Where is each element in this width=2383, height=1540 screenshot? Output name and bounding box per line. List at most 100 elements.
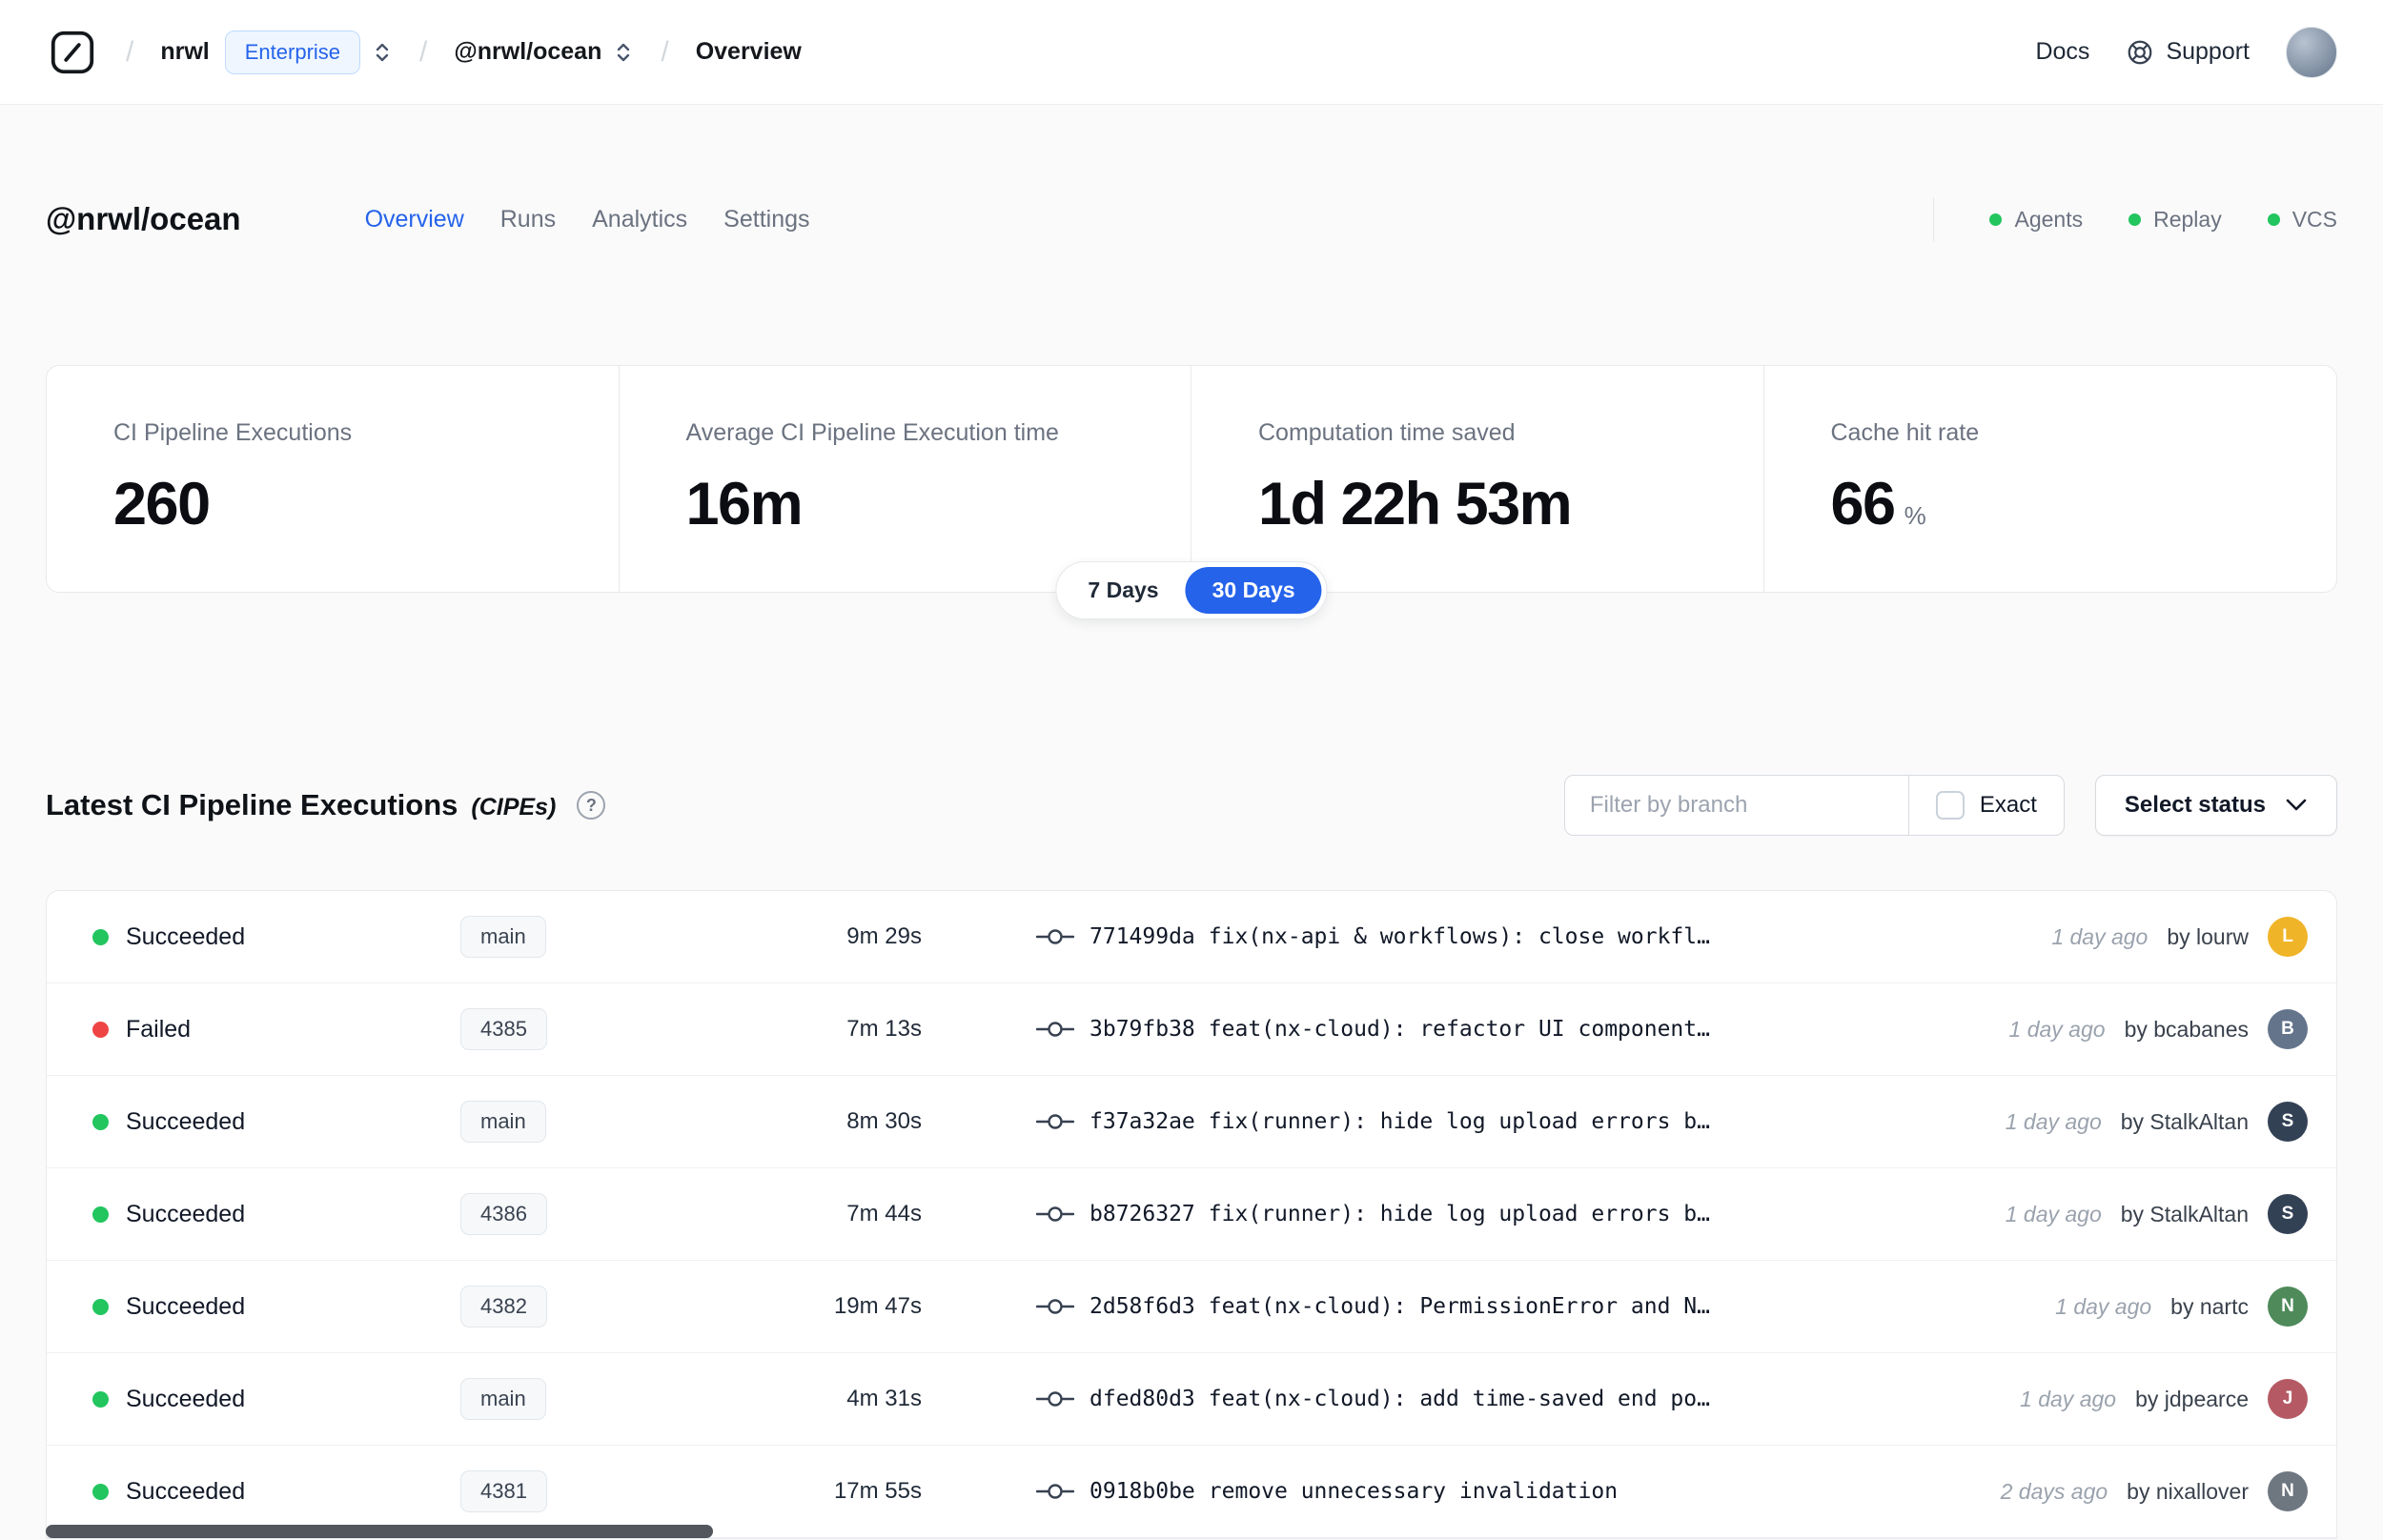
status-dot-icon bbox=[92, 1113, 109, 1130]
date-range-toggle: 7 Days 30 Days bbox=[1055, 561, 1328, 619]
stat-value-number: 66 bbox=[1830, 471, 1897, 537]
stat-value-unit: % bbox=[1904, 501, 1926, 530]
branch-badge: 4382 bbox=[460, 1286, 547, 1327]
duration: 9m 29s bbox=[846, 923, 922, 949]
app-logo-icon[interactable] bbox=[46, 26, 99, 79]
stats-card-row: CI Pipeline Executions 260 Average CI Pi… bbox=[46, 365, 2337, 593]
stats-section: CI Pipeline Executions 260 Average CI Pi… bbox=[46, 365, 2337, 619]
header-divider bbox=[1933, 197, 1935, 241]
support-link[interactable]: Support bbox=[2126, 38, 2250, 67]
row-author: by StalkAltan bbox=[2120, 1108, 2249, 1134]
select-status-label: Select status bbox=[2124, 792, 2266, 818]
stat-ci-pipeline-executions: CI Pipeline Executions 260 bbox=[47, 366, 620, 592]
workspace-name[interactable]: @nrwl/ocean bbox=[454, 38, 601, 66]
commit-hash: 771499da bbox=[1090, 924, 1195, 949]
status-vcs-label: VCS bbox=[2291, 206, 2337, 232]
commit-message: feat(nx-cloud): PermissionError and N… bbox=[1208, 1294, 1710, 1319]
range-30-days-button[interactable]: 30 Days bbox=[1185, 567, 1322, 614]
git-commit-icon bbox=[1036, 1203, 1074, 1226]
stat-label: CI Pipeline Executions bbox=[113, 419, 353, 446]
cipe-table-row[interactable]: Failed 4385 7m 13s 3b79fb38 feat(nx-clou… bbox=[47, 983, 2336, 1076]
cipes-section-header: Latest CI Pipeline Executions (CIPEs) ? … bbox=[0, 775, 2383, 836]
status-dot-icon bbox=[92, 1206, 109, 1223]
chevron-down-icon bbox=[2285, 798, 2308, 813]
workspace-switcher-icon[interactable] bbox=[613, 39, 634, 66]
docs-link[interactable]: Docs bbox=[2035, 38, 2089, 66]
horizontal-scrollbar-thumb[interactable] bbox=[46, 1525, 713, 1538]
status-label: Succeeded bbox=[126, 1477, 246, 1505]
branch-filter-input[interactable] bbox=[1564, 776, 1908, 835]
commit-message: feat(nx-cloud): refactor UI component… bbox=[1208, 1017, 1710, 1042]
stat-computation-time-saved: Computation time saved 1d 22h 53m bbox=[1192, 366, 1764, 592]
support-label: Support bbox=[2166, 38, 2250, 65]
workspace-tabs: Overview Runs Analytics Settings bbox=[363, 200, 812, 239]
author-avatar: N bbox=[2268, 1287, 2308, 1327]
status-agents-label: Agents bbox=[2014, 206, 2084, 232]
status-label: Succeeded bbox=[126, 1292, 246, 1320]
author-avatar: S bbox=[2268, 1194, 2308, 1234]
org-name[interactable]: nrwl bbox=[160, 38, 209, 66]
status-replay[interactable]: Replay bbox=[2128, 207, 2222, 233]
branch-badge: main bbox=[460, 1378, 546, 1420]
git-commit-icon bbox=[1036, 925, 1074, 948]
page-title: @nrwl/ocean bbox=[46, 201, 241, 236]
duration: 8m 30s bbox=[846, 1108, 922, 1134]
tab-runs[interactable]: Runs bbox=[499, 200, 558, 239]
user-avatar[interactable] bbox=[2286, 26, 2337, 78]
help-icon[interactable]: ? bbox=[577, 791, 606, 820]
tab-overview[interactable]: Overview bbox=[363, 200, 466, 239]
breadcrumb-current-page: Overview bbox=[695, 38, 802, 65]
row-author: by nixallover bbox=[2127, 1478, 2249, 1504]
commit-hash: 0918b0be bbox=[1090, 1479, 1195, 1504]
cipe-table-row[interactable]: Succeeded 4386 7m 44s b8726327 fix(runne… bbox=[47, 1168, 2336, 1261]
stat-value: 260 bbox=[113, 471, 211, 537]
status-dot-icon bbox=[92, 1298, 109, 1315]
cipe-table-row[interactable]: Succeeded main 9m 29s 771499da fix(nx-ap… bbox=[47, 891, 2336, 983]
stat-value: 1d 22h 53m bbox=[1258, 471, 1573, 537]
commit-hash: f37a32ae bbox=[1090, 1109, 1195, 1134]
commit-message: fix(nx-api & workflows): close workfl… bbox=[1208, 924, 1710, 949]
row-timestamp: 2 days ago bbox=[2000, 1478, 2108, 1504]
duration: 7m 44s bbox=[846, 1201, 922, 1226]
cipe-table-row[interactable]: Succeeded main 8m 30s f37a32ae fix(runne… bbox=[47, 1076, 2336, 1168]
status-label: Succeeded bbox=[126, 1107, 246, 1135]
status-label: Succeeded bbox=[126, 922, 246, 950]
commit-message: feat(nx-cloud): add time-saved end po… bbox=[1208, 1387, 1710, 1411]
commit-hash: b8726327 bbox=[1090, 1202, 1195, 1226]
select-status-button[interactable]: Select status bbox=[2094, 775, 2337, 836]
stat-label: Computation time saved bbox=[1258, 419, 1516, 446]
row-author: by nartc bbox=[2170, 1293, 2249, 1319]
stat-value: 16m bbox=[685, 471, 804, 537]
tab-analytics[interactable]: Analytics bbox=[590, 200, 689, 239]
exact-checkbox[interactable] bbox=[1935, 791, 1965, 820]
commit-hash: 2d58f6d3 bbox=[1090, 1294, 1195, 1319]
stat-label: Average CI Pipeline Execution time bbox=[685, 419, 1059, 446]
enterprise-badge[interactable]: Enterprise bbox=[224, 30, 361, 74]
org-switcher-icon[interactable] bbox=[372, 39, 393, 66]
breadcrumb-separator: / bbox=[126, 35, 134, 68]
green-status-dot-icon bbox=[2267, 213, 2280, 226]
branch-badge: main bbox=[460, 916, 546, 958]
branch-badge: 4381 bbox=[460, 1470, 547, 1512]
status-agents[interactable]: Agents bbox=[1989, 207, 2083, 233]
status-replay-label: Replay bbox=[2153, 206, 2222, 232]
status-dot-icon bbox=[92, 1390, 109, 1408]
range-7-days-button[interactable]: 7 Days bbox=[1061, 567, 1185, 614]
git-commit-icon bbox=[1036, 1480, 1074, 1503]
row-timestamp: 1 day ago bbox=[2055, 1293, 2152, 1319]
status-label: Succeeded bbox=[126, 1200, 246, 1227]
cipe-table-row[interactable]: Succeeded main 4m 31s dfed80d3 feat(nx-c… bbox=[47, 1353, 2336, 1446]
cipe-table-row[interactable]: Succeeded 4382 19m 47s 2d58f6d3 feat(nx-… bbox=[47, 1261, 2336, 1353]
row-author: by StalkAltan bbox=[2120, 1201, 2249, 1226]
branch-filter-group: Exact bbox=[1563, 775, 2065, 836]
status-vcs[interactable]: VCS bbox=[2267, 206, 2337, 233]
tab-settings[interactable]: Settings bbox=[722, 200, 811, 239]
exact-filter-segment: Exact bbox=[1907, 776, 2064, 835]
git-commit-icon bbox=[1036, 1018, 1074, 1041]
stat-value: 66% bbox=[1831, 470, 2271, 538]
top-navbar: / nrwl Enterprise / @nrwl/ocean / Overvi… bbox=[0, 0, 2383, 105]
status-label: Failed bbox=[126, 1015, 192, 1043]
row-author: by bcabanes bbox=[2124, 1016, 2249, 1042]
cipe-table: Succeeded main 9m 29s 771499da fix(nx-ap… bbox=[46, 890, 2337, 1539]
git-commit-icon bbox=[1036, 1110, 1074, 1133]
